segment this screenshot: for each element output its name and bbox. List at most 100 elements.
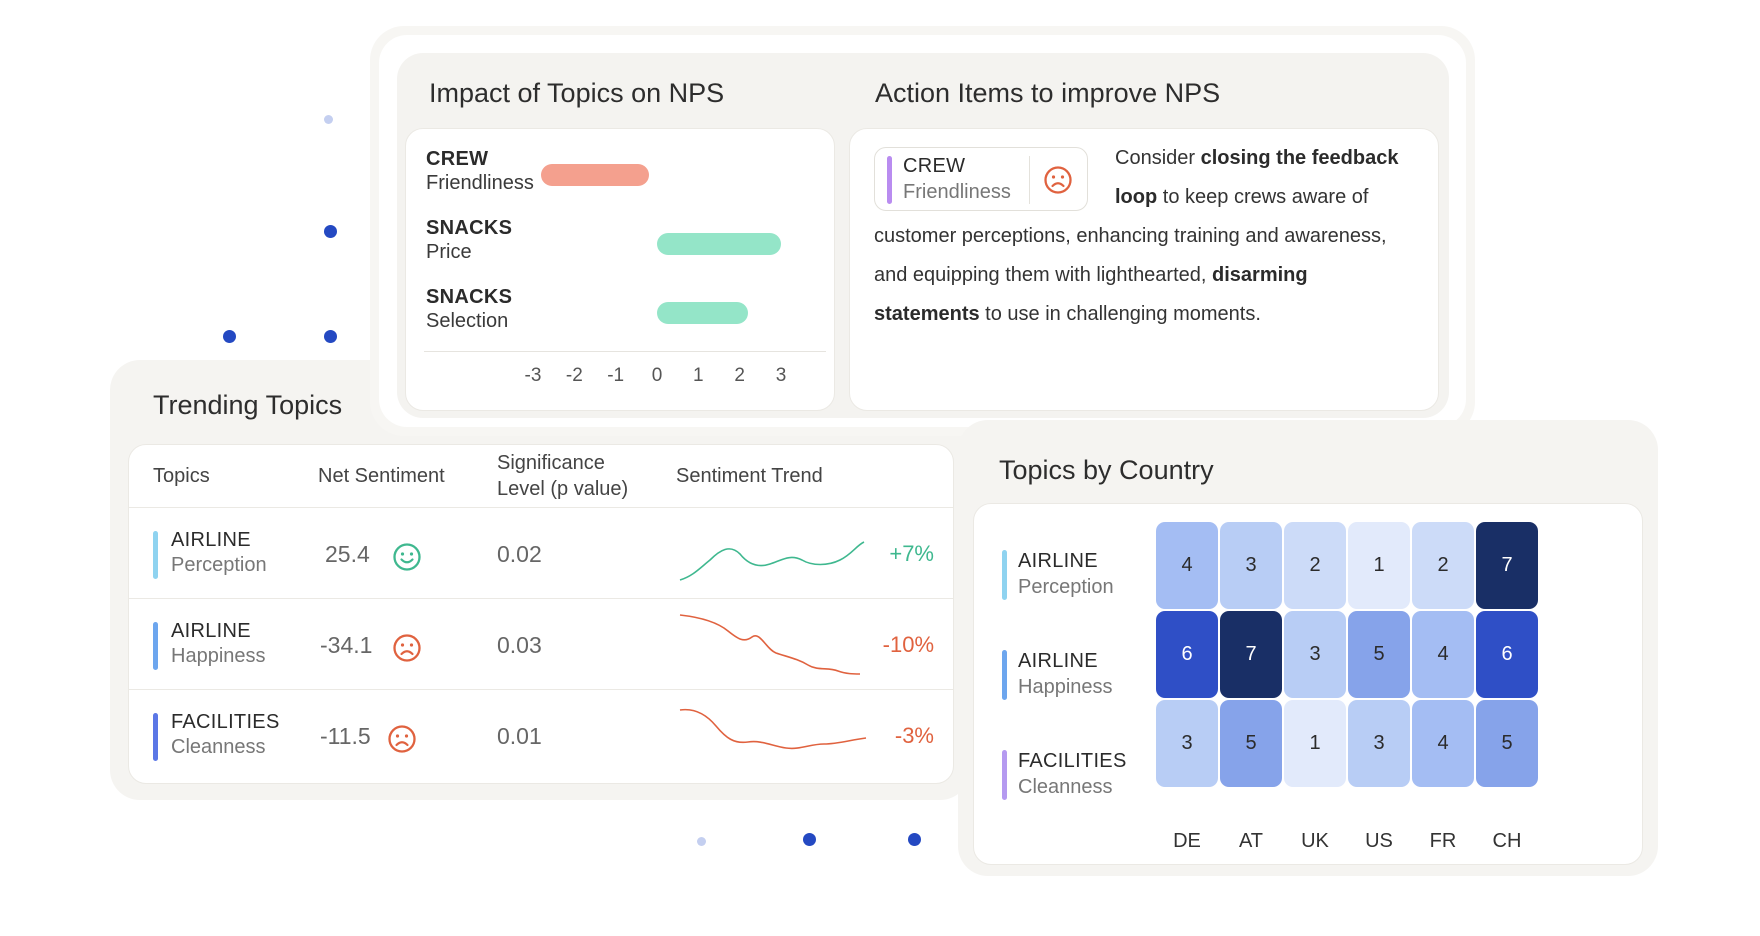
x-tick-label: 1 — [693, 365, 704, 386]
topics-by-country-card: Topics by Country AIRLINE Perception AIR… — [958, 420, 1658, 876]
sparkline — [679, 541, 865, 581]
topic-pill[interactable]: CREW Friendliness — [874, 147, 1088, 211]
decor-dot — [324, 225, 337, 238]
action-text-line: statements to use in challenging moments… — [874, 303, 1261, 325]
sparkline — [679, 708, 867, 750]
topic-name: Friendliness — [903, 181, 1011, 203]
action-text-line: customer perceptions, enhancing training… — [874, 225, 1387, 247]
sad-face-icon — [392, 633, 422, 668]
column-header-sentiment-trend: Sentiment Trend — [676, 465, 823, 487]
heatmap-cell[interactable]: 3 — [1156, 700, 1218, 787]
heatmap-cell[interactable]: 2 — [1412, 522, 1474, 609]
action-text-line: Consider closing the feedback — [1115, 147, 1399, 169]
x-axis — [424, 351, 826, 352]
table-row[interactable]: AIRLINE Perception 25.4 0.02 +7% — [129, 508, 953, 598]
decor-dot — [908, 833, 921, 846]
impact-bar — [657, 302, 748, 324]
topic-name: Cleanness — [171, 736, 266, 758]
topic-group: AIRLINE — [171, 620, 251, 642]
heatmap-cell[interactable]: 1 — [1284, 700, 1346, 787]
trending-topics-title: Trending Topics — [153, 390, 343, 420]
trend-change: -3% — [894, 723, 934, 748]
column-header-topics: Topics — [153, 465, 210, 487]
sparkline — [679, 614, 861, 675]
category-label: CREW Friendliness — [426, 148, 534, 194]
category-label: SNACKS Price — [426, 217, 513, 263]
x-tick-label: 3 — [775, 365, 787, 386]
impact-bar — [541, 164, 649, 186]
p-value: 0.02 — [497, 541, 542, 567]
action-items-title: Action Items to improve NPS — [875, 78, 1221, 108]
trending-topics-table: Topics Net Sentiment Significance Level … — [128, 444, 954, 784]
heatmap-cell[interactable]: 7 — [1476, 522, 1538, 609]
trend-change: -10% — [882, 632, 934, 657]
happy-face-icon — [392, 542, 422, 577]
net-sentiment-value: -34.1 — [320, 632, 373, 658]
table-row[interactable]: AIRLINE Happiness -34.1 0.03 -10% — [129, 599, 953, 689]
topic-color-bar — [1002, 650, 1007, 700]
heatmap-column-label: FR — [1429, 830, 1457, 852]
decor-dot — [697, 837, 706, 846]
topic-name: Perception — [171, 554, 267, 576]
topic-group: AIRLINE — [171, 529, 251, 551]
action-text-line: loop to keep crews aware of — [1115, 186, 1369, 208]
heatmap-cell[interactable]: 3 — [1220, 522, 1282, 609]
topic-color-bar — [153, 622, 158, 670]
heatmap-cell[interactable]: 5 — [1348, 611, 1410, 698]
topic-color-bar — [1002, 550, 1007, 600]
heatmap-cell[interactable]: 4 — [1412, 700, 1474, 787]
topic-color-bar — [887, 156, 892, 204]
heatmap-column-label: UK — [1301, 830, 1329, 852]
trend-change: +7% — [889, 541, 934, 566]
heatmap-cell[interactable]: 5 — [1220, 700, 1282, 787]
heatmap-column-label: DE — [1173, 830, 1201, 852]
column-header-net-sentiment: Net Sentiment — [318, 465, 445, 487]
divider — [1029, 156, 1030, 204]
action-text-line: and equipping them with lighthearted, di… — [874, 264, 1308, 286]
nps-card-frame: Impact of Topics on NPS Action Items to … — [370, 26, 1475, 436]
decor-dot — [803, 833, 816, 846]
action-items-panel: CREW Friendliness Consider closing the f… — [849, 128, 1439, 411]
impact-title: Impact of Topics on NPS — [429, 78, 725, 108]
heatmap-column-label: AT — [1238, 830, 1264, 852]
x-tick-label: -1 — [607, 365, 625, 386]
x-tick-label: -2 — [565, 365, 583, 386]
nps-card: Impact of Topics on NPS Action Items to … — [397, 53, 1449, 418]
x-tick-label: 0 — [651, 365, 663, 386]
heatmap-cell[interactable]: 4 — [1412, 611, 1474, 698]
heatmap-cell[interactable]: 5 — [1476, 700, 1538, 787]
topics-by-country-title: Topics by Country — [999, 455, 1214, 485]
p-value: 0.03 — [497, 632, 542, 658]
heatmap-column-label: CH — [1492, 830, 1522, 852]
decor-dot — [324, 115, 333, 124]
p-value: 0.01 — [497, 723, 542, 749]
heatmap-cell[interactable]: 6 — [1476, 611, 1538, 698]
column-header-significance: Significance Level (p value) — [497, 452, 629, 500]
net-sentiment-value: -11.5 — [320, 723, 371, 749]
heatmap-cell[interactable]: 2 — [1284, 522, 1346, 609]
x-tick-label: 2 — [734, 365, 745, 386]
decor-dot — [223, 330, 236, 343]
decor-dot — [324, 330, 337, 343]
sad-face-icon — [1043, 165, 1073, 200]
heatmap-column-label: US — [1365, 830, 1393, 852]
topic-color-bar — [153, 713, 158, 761]
impact-bar — [657, 233, 781, 255]
category-label: SNACKS Selection — [426, 286, 513, 332]
x-tick-label: -3 — [524, 365, 542, 386]
heatmap-cell[interactable]: 6 — [1156, 611, 1218, 698]
heatmap-cell[interactable]: 4 — [1156, 522, 1218, 609]
topic-group: CREW — [903, 155, 966, 177]
heatmap-cell[interactable]: 3 — [1348, 700, 1410, 787]
heatmap-cell[interactable]: 1 — [1348, 522, 1410, 609]
net-sentiment-value: 25.4 — [325, 541, 370, 567]
heatmap-cell[interactable]: 3 — [1284, 611, 1346, 698]
topic-color-bar — [1002, 750, 1007, 800]
heatmap: AIRLINE Perception AIRLINE Happiness FAC… — [973, 503, 1643, 865]
heatmap-cell[interactable]: 7 — [1220, 611, 1282, 698]
topic-group: FACILITIES — [171, 711, 280, 733]
topic-name: Happiness — [171, 645, 266, 667]
impact-chart: CREW Friendliness SNACKS Price SNACKS Selec… — [405, 128, 835, 411]
table-row[interactable]: FACILITIES Cleanness -11.5 0.01 -3% — [129, 690, 953, 780]
topic-color-bar — [153, 531, 158, 579]
